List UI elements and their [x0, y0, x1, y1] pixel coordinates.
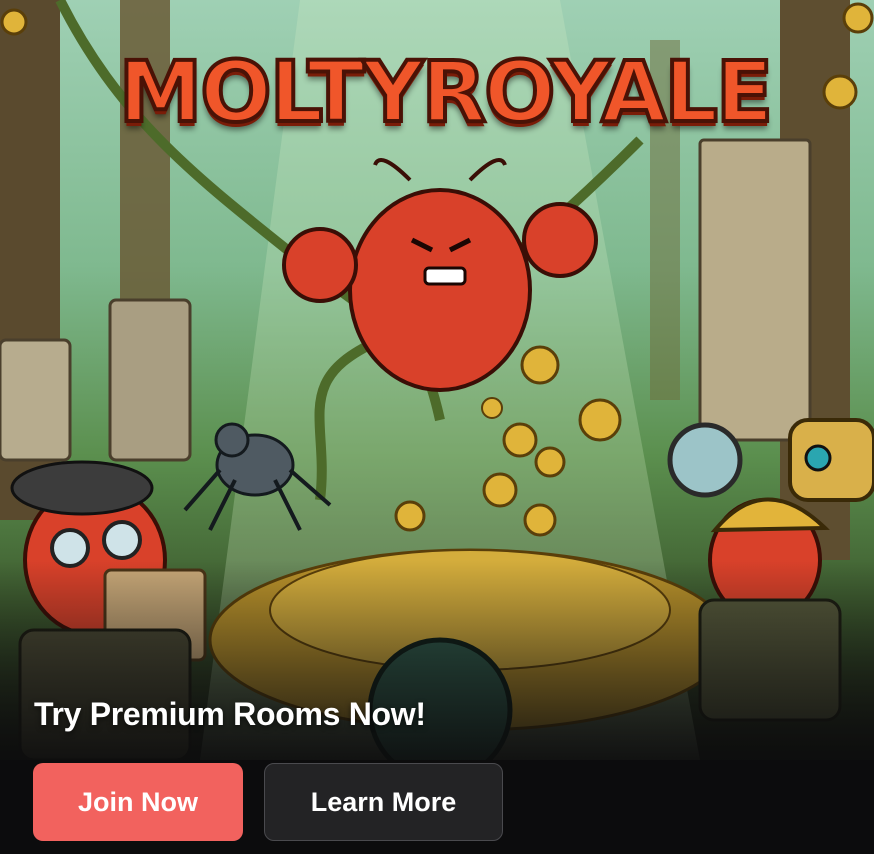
banner-headline: Try Premium Rooms Now! [34, 696, 426, 732]
premium-rooms-banner: MOLTYROYALE Try Premium Rooms Now! Join … [0, 0, 874, 854]
join-now-button[interactable]: Join Now [33, 763, 243, 841]
game-logo: MOLTYROYALE [117, 41, 776, 143]
learn-more-button[interactable]: Learn More [264, 763, 503, 841]
bottom-fade-overlay [0, 560, 874, 770]
